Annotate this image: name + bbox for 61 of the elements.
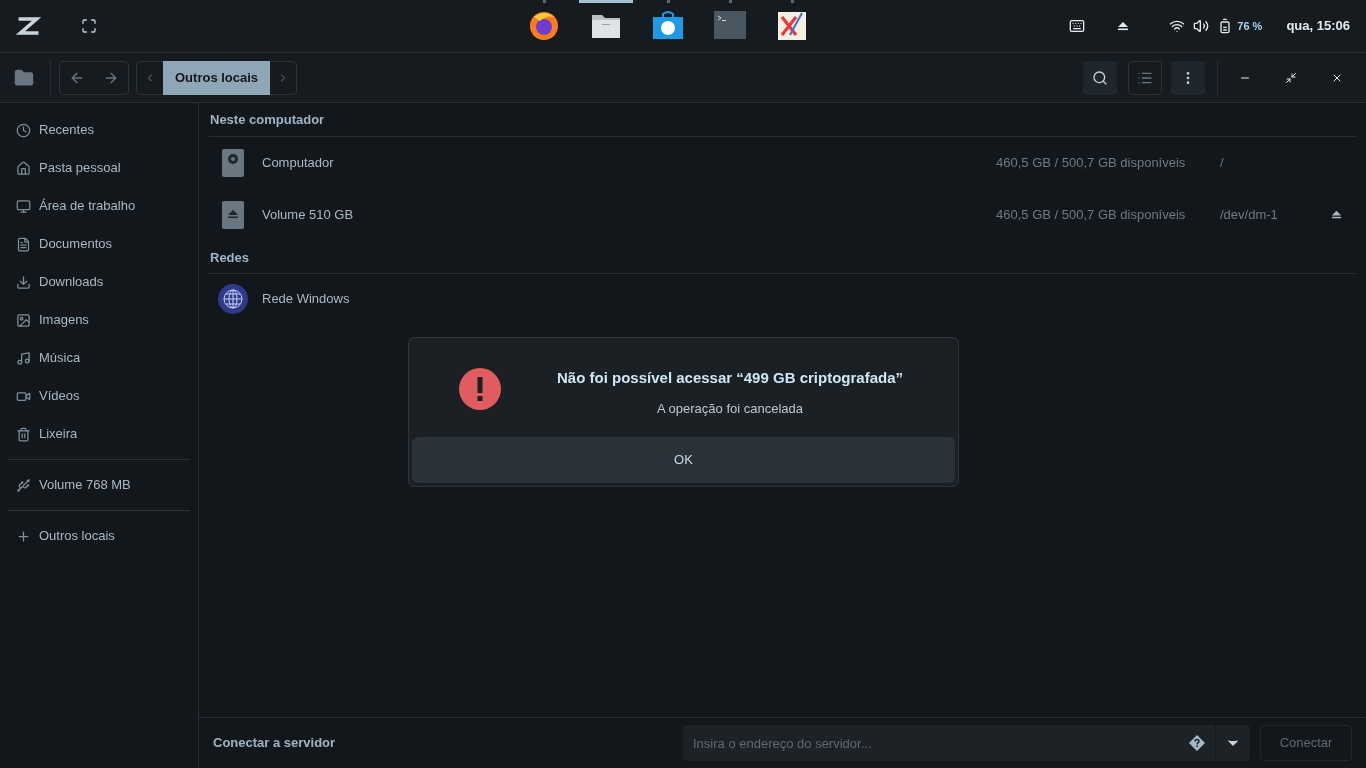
browser-icon[interactable] <box>528 9 561 41</box>
search-icon <box>1092 69 1108 86</box>
keyboard-icon[interactable] <box>1069 18 1086 34</box>
fullscreen-icon[interactable] <box>81 18 97 34</box>
trash-icon <box>16 426 31 442</box>
image-icon <box>16 312 31 328</box>
sidebar-item[interactable]: Área de trabalho <box>8 187 190 225</box>
location-name: Volume 510 GB <box>262 205 354 224</box>
mount-point: /dev/dm-1 <box>1220 205 1279 224</box>
dialog-title: Não foi possível acessar “499 GB criptografada” <box>557 368 903 388</box>
eject-icon <box>1330 209 1342 220</box>
ok-button[interactable]: OK <box>412 437 955 483</box>
text-editor-icon[interactable] <box>776 9 809 41</box>
logo-icon[interactable] <box>16 16 41 36</box>
free-space: 460,5 GB / 500,7 GB disponíveis <box>996 153 1187 172</box>
clock[interactable]: qua, 15:06 <box>1286 16 1350 36</box>
hard-drive-icon <box>222 148 244 177</box>
section-header: Redes <box>209 240 1356 274</box>
plus-icon <box>16 528 31 544</box>
sidebar-item[interactable]: Volume 768 MB <box>8 466 190 504</box>
sidebar-item[interactable]: Documentos <box>8 225 190 263</box>
desktop-icon <box>16 198 31 214</box>
drive-eject-icon <box>222 200 244 229</box>
sidebar-item[interactable]: Vídeos <box>8 377 190 415</box>
usb-icon <box>16 477 31 493</box>
clock-icon <box>16 122 31 138</box>
connect-label: Conectar a servidor <box>213 734 336 753</box>
location-row[interactable]: Computador 460,5 GB / 500,7 GB disponíveis / <box>209 136 1356 189</box>
server-address-field[interactable]: Insira o endereço do servidor... <box>683 725 1215 761</box>
error-icon <box>459 368 501 410</box>
free-space: 460,5 GB / 500,7 GB disponíveis <box>996 205 1187 224</box>
section-header: Neste computador <box>209 103 1356 137</box>
help-icon[interactable] <box>1189 735 1205 751</box>
sidebar-item[interactable]: Lixeira <box>8 415 190 453</box>
sidebar-item[interactable]: Pasta pessoal <box>8 149 190 187</box>
sidebar-item[interactable]: Música <box>8 339 190 377</box>
location-name: Computador <box>262 153 334 172</box>
music-icon <box>16 350 31 366</box>
location-row[interactable]: Volume 510 GB 460,5 GB / 500,7 GB disponíveis /dev/dm-1 <box>209 188 1356 241</box>
shopping-bag-icon[interactable] <box>652 9 685 41</box>
sidebar-item[interactable]: Recentes <box>8 111 190 149</box>
document-icon <box>16 236 31 252</box>
battery-percentage: 76 % <box>1237 18 1263 34</box>
volume-icon[interactable] <box>1193 18 1210 34</box>
location-row[interactable]: Rede Windows <box>209 274 1356 324</box>
dropdown-button[interactable] <box>1215 725 1250 761</box>
location-name: Rede Windows <box>262 290 350 309</box>
search-button[interactable] <box>1083 60 1117 95</box>
dialog-message: A operação foi cancelada <box>657 399 803 418</box>
mount-point: / <box>1220 153 1225 172</box>
view-list-button[interactable] <box>1128 60 1162 95</box>
globe-icon <box>218 284 248 314</box>
wifi-icon[interactable] <box>1169 18 1186 34</box>
home-icon <box>16 160 31 176</box>
eject-icon <box>1117 20 1130 32</box>
sidebar-item[interactable]: Outros locais <box>8 517 190 555</box>
sidebar-item[interactable]: Downloads <box>8 263 190 301</box>
sidebar-item[interactable]: Imagens <box>8 301 190 339</box>
restore-icon <box>1285 71 1297 84</box>
path-button[interactable]: Outros locais <box>163 60 271 95</box>
download-icon <box>16 274 31 290</box>
